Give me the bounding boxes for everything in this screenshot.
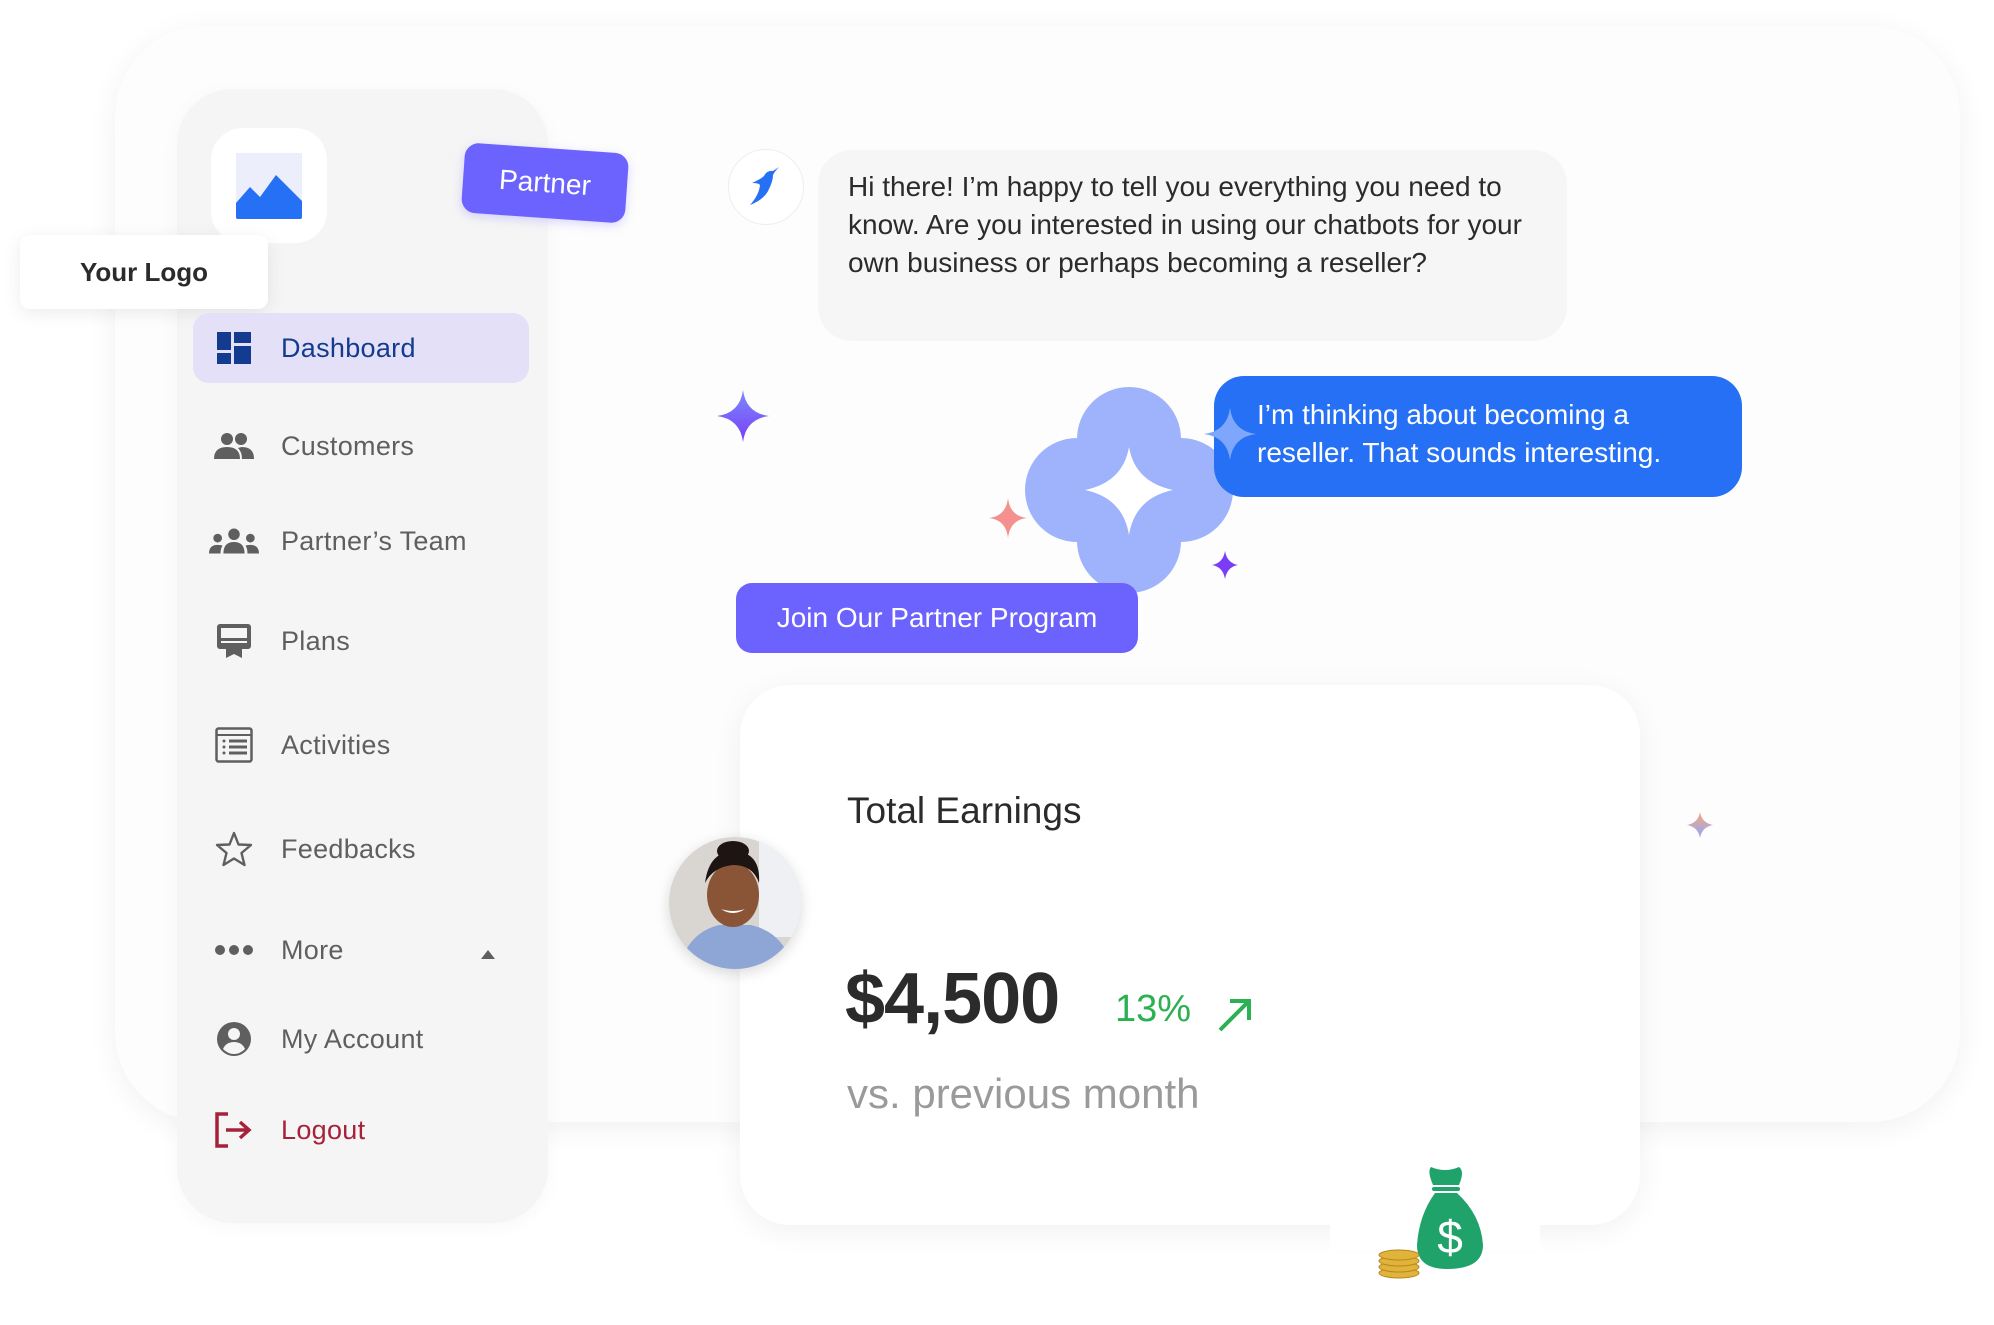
- sidebar-item-feedbacks[interactable]: Feedbacks: [193, 814, 529, 884]
- star-outline-icon: [209, 831, 259, 867]
- bird-logo-icon: [750, 167, 779, 205]
- sidebar-item-activities[interactable]: Activities: [193, 710, 529, 780]
- bot-avatar: [728, 149, 804, 225]
- people-icon: [209, 433, 259, 459]
- sidebar-item-label: Logout: [281, 1114, 366, 1145]
- image-placeholder-icon: [236, 152, 302, 219]
- total-earnings-card: [740, 685, 1640, 1225]
- sidebar-item-dashboard[interactable]: Dashboard: [193, 313, 529, 383]
- account-circle-icon: [209, 1021, 259, 1057]
- sidebar-item-my-account[interactable]: My Account: [193, 1004, 529, 1074]
- logout-icon: [209, 1112, 259, 1148]
- sidebar-item-more[interactable]: More: [193, 915, 529, 985]
- sidebar-item-label: My Account: [281, 1023, 424, 1054]
- list-alt-icon: [209, 727, 259, 763]
- logo-tile: [211, 128, 327, 243]
- sidebar-item-label: Feedbacks: [281, 833, 416, 864]
- partner-badge: Partner: [460, 142, 630, 224]
- earnings-change-percent: 13%: [1115, 988, 1192, 1030]
- earnings-title: Total Earnings: [847, 790, 1082, 831]
- sparkle-icon: [1687, 812, 1713, 838]
- dashboard-icon: [209, 332, 259, 364]
- join-partner-program-button[interactable]: Join Our Partner Program: [736, 583, 1138, 653]
- sparkle-icon: [1204, 408, 1256, 460]
- money-bag-icon: $: [1378, 1167, 1483, 1279]
- sidebar-item-partners-team[interactable]: Partner’s Team: [193, 506, 529, 576]
- svg-text:$: $: [1437, 1211, 1463, 1263]
- user-message-bubble: I’m thinking about becoming a reseller. …: [1214, 376, 1742, 497]
- earnings-amount: $4,500: [845, 959, 1060, 1039]
- sparkle-icon: [1212, 551, 1238, 579]
- sparkle-icon: [717, 390, 769, 442]
- sidebar-item-label: More: [281, 934, 344, 965]
- earnings-comparison-label: vs. previous month: [847, 1070, 1200, 1117]
- sidebar-item-label: Plans: [281, 625, 351, 656]
- user-avatar: [669, 837, 801, 969]
- sidebar-item-plans[interactable]: Plans: [193, 606, 529, 676]
- groups-icon: [209, 528, 259, 554]
- sidebar-item-customers[interactable]: Customers: [193, 411, 529, 481]
- your-logo-label: Your Logo: [20, 235, 268, 309]
- card-membership-icon: [209, 623, 259, 659]
- sparkle-icon: [989, 498, 1027, 538]
- caret-up-icon[interactable]: [481, 935, 495, 966]
- sidebar-item-label: Activities: [281, 729, 391, 760]
- sidebar-item-label: Customers: [281, 430, 415, 461]
- bot-message-bubble: Hi there! I’m happy to tell you everythi…: [818, 150, 1567, 341]
- sidebar-item-label: Partner’s Team: [281, 525, 467, 556]
- sidebar-item-logout[interactable]: Logout: [193, 1095, 529, 1165]
- arrow-up-right-icon: [1218, 999, 1251, 1032]
- sidebar-item-label: Dashboard: [281, 332, 416, 363]
- more-horiz-icon: [209, 944, 259, 956]
